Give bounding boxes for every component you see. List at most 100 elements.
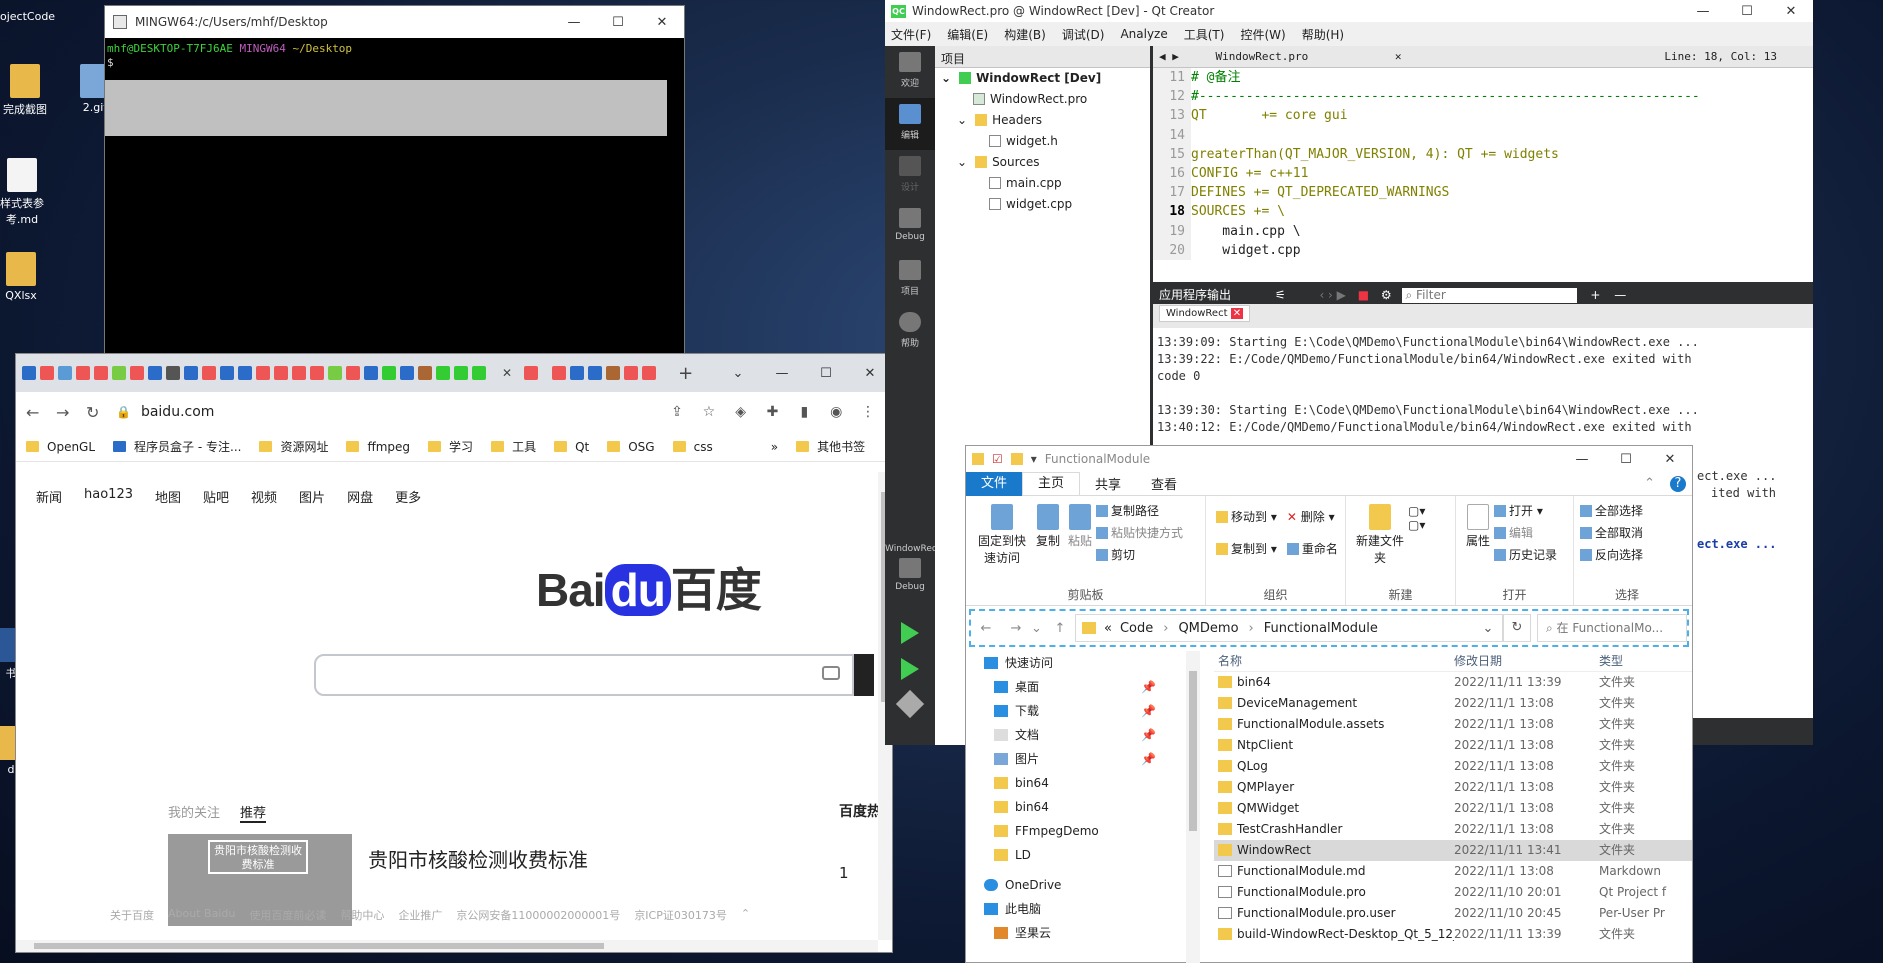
bookmark-osg[interactable]: OSG — [607, 440, 655, 454]
file-row[interactable]: FunctionalModule.pro.user 2022/11/10 20:4… — [1214, 903, 1692, 924]
baidu-nav-map[interactable]: 地图 — [155, 487, 181, 506]
new-tab-button[interactable]: + — [678, 363, 693, 384]
explorer-titlebar[interactable]: ☑ ▾ FunctionalModule — ☐ ✕ — [966, 446, 1692, 472]
address-path[interactable]: « Code › QMDemo › FunctionalModule ⌄ — [1075, 614, 1503, 642]
new-folder-button[interactable]: 新建文件夹 — [1356, 500, 1404, 587]
debug-run-icon[interactable] — [901, 658, 919, 680]
minimize-button[interactable]: — — [1681, 4, 1725, 19]
close-icon[interactable]: ✕ — [1395, 50, 1402, 63]
file-row[interactable]: NtpClient 2022/11/1 13:08 文件夹 — [1214, 735, 1692, 756]
help-icon[interactable]: ? — [1670, 475, 1686, 492]
nav-quick-access[interactable]: 快速访问 — [984, 651, 1186, 675]
copy-path-button[interactable]: 复制路径 — [1096, 500, 1183, 522]
path-separator-icon[interactable]: › — [1163, 621, 1168, 636]
tree-item-main-cpp[interactable]: main.cpp — [935, 173, 1150, 194]
pin-icon[interactable]: 📌 — [1141, 723, 1156, 747]
close-button[interactable]: ✕ — [640, 15, 684, 30]
output-filter-input[interactable]: ⌕ Filter — [1401, 288, 1577, 303]
tab-favicon-icon[interactable] — [436, 366, 450, 380]
scroll-thumb[interactable] — [34, 943, 604, 949]
bookmark-other[interactable]: 其他书签 — [796, 438, 865, 455]
nav-folder[interactable]: bin64 — [984, 771, 1186, 795]
baidu-search-input[interactable] — [314, 654, 854, 696]
minimize-button[interactable]: — — [1560, 452, 1604, 467]
footer-terms[interactable]: 使用百度前必读 — [249, 907, 326, 923]
tab-favicon-icon[interactable] — [588, 366, 603, 380]
move-to-button[interactable]: 移动到 ▾ — [1216, 506, 1277, 528]
file-row[interactable]: WindowRect 2022/11/11 13:41 文件夹 — [1214, 840, 1692, 861]
mode-help[interactable]: 帮助 — [885, 306, 935, 358]
properties-button[interactable]: 属性 — [1466, 500, 1490, 587]
output-tab[interactable]: WindowRect ✕ — [1159, 305, 1251, 322]
tab-favicon-icon[interactable] — [400, 366, 414, 380]
maximize-button[interactable]: ☐ — [1725, 4, 1769, 19]
menu-edit[interactable]: 编辑(E) — [947, 26, 988, 43]
file-row[interactable]: bin64 2022/11/11 13:39 文件夹 — [1214, 672, 1692, 693]
tab-favicon-icon[interactable] — [382, 366, 396, 380]
tab-favicon-icon[interactable] — [22, 366, 36, 380]
tab-recommend[interactable]: 推荐 — [240, 802, 267, 823]
path-segment[interactable]: Code — [1120, 621, 1153, 636]
tab-favicon-icon[interactable] — [454, 366, 468, 380]
tab-favicon-icon[interactable] — [130, 366, 144, 380]
news-title[interactable]: 贵阳市核酸检测收费标准 — [368, 844, 588, 873]
paste-shortcut-button[interactable]: 粘贴快捷方式 — [1096, 522, 1183, 544]
baidu-search-button[interactable] — [854, 654, 874, 696]
tab-favicon-icon[interactable] — [310, 366, 324, 380]
scroll-thumb[interactable] — [1189, 671, 1197, 831]
tab-favicon-icon[interactable] — [524, 366, 539, 380]
pin-icon[interactable]: 📌 — [1141, 699, 1156, 723]
attach-icon[interactable]: ⚟ — [1275, 288, 1286, 302]
tab-favicon-icon[interactable] — [472, 366, 486, 380]
close-icon[interactable]: ✕ — [1230, 308, 1244, 319]
desktop-label-project-code[interactable]: ojectCode — [0, 10, 55, 23]
gitbash-window[interactable]: MINGW64:/c/Users/mhf/Desktop — ☐ ✕ mhf@D… — [104, 5, 685, 360]
back-arrow-icon[interactable]: ← — [971, 621, 1001, 636]
file-row[interactable]: QLog 2022/11/1 13:08 文件夹 — [1214, 756, 1692, 777]
puzzle-icon[interactable]: ✚ — [759, 404, 787, 420]
path-overflow[interactable]: « — [1104, 621, 1112, 636]
desktop-icon-qxlsx[interactable]: QXlsx — [0, 252, 56, 302]
tab-favicon-icon[interactable] — [256, 366, 270, 380]
build-hammer-icon[interactable] — [895, 689, 925, 719]
refresh-icon[interactable]: ↻ — [1503, 614, 1531, 642]
tab-favicon-icon[interactable] — [58, 366, 72, 380]
footer-about-en[interactable]: About Baidu — [168, 907, 235, 923]
baidu-hot-label[interactable]: 百度热 — [839, 801, 881, 821]
pin-icon[interactable]: 📌 — [1141, 675, 1156, 699]
tab-favicon-icon[interactable] — [346, 366, 360, 380]
tree-item-project[interactable]: ⌄ WindowRect [Dev] — [935, 68, 1150, 89]
tree-item-pro-file[interactable]: WindowRect.pro — [935, 89, 1150, 110]
nav-downloads[interactable]: 下载 📌 — [984, 699, 1186, 723]
menu-help[interactable]: 帮助(H) — [1302, 26, 1344, 43]
bookmark-resources[interactable]: 资源网址 — [259, 438, 328, 455]
history-dropdown-icon[interactable]: ⌄ — [1474, 621, 1502, 636]
baidu-nav-more[interactable]: 更多 — [395, 487, 421, 506]
navpane-scrollbar[interactable] — [1186, 651, 1200, 963]
path-segment[interactable]: QMDemo — [1178, 621, 1238, 636]
up-arrow-icon[interactable]: ↑ — [1045, 621, 1075, 636]
tree-item-sources[interactable]: ⌄ Sources — [935, 152, 1150, 173]
tree-item-headers[interactable]: ⌄ Headers — [935, 110, 1150, 131]
mode-welcome[interactable]: 欢迎 — [885, 46, 935, 98]
file-row[interactable]: FunctionalModule.pro 2022/11/10 20:01 Qt P… — [1214, 882, 1692, 903]
sidebar-icon[interactable]: ▮ — [790, 404, 818, 420]
terminal-content[interactable]: mhf@DESKTOP-T7FJ6AE MINGW64 ~/Desktop $ — [105, 38, 684, 74]
chevron-up-icon[interactable]: ⌃ — [1629, 476, 1670, 491]
ribbon-tab-share[interactable]: 共享 — [1080, 474, 1136, 493]
menu-dots-icon[interactable]: ⋮ — [854, 404, 882, 420]
tab-favicon-icon[interactable] — [238, 366, 252, 380]
tab-favicon-icon[interactable] — [570, 366, 585, 380]
chrome-tab-strip[interactable]: ✕ + ⌄ — ☐ ✕ — [16, 354, 892, 392]
settings-gear-icon[interactable]: ⚙ — [1381, 288, 1392, 302]
gitbash-titlebar[interactable]: MINGW64:/c/Users/mhf/Desktop — ☐ ✕ — [105, 6, 684, 38]
tab-favicon-icon[interactable] — [624, 366, 639, 380]
chrome-window[interactable]: ✕ + ⌄ — ☐ ✕ ← → ↻ 🔒 baidu.com ⇪ ☆ ◈ ✚ ▮ … — [15, 353, 893, 953]
bookmark-qt[interactable]: Qt — [554, 440, 589, 454]
baidu-nav-hao123[interactable]: hao123 — [84, 487, 133, 506]
close-button[interactable]: ✕ — [1648, 452, 1692, 467]
properties-icon[interactable]: ☑ — [992, 452, 1003, 466]
bookmark-ffmpeg[interactable]: ffmpeg — [346, 440, 410, 454]
bookmark-cxybox[interactable]: 程序员盒子 - 专注... — [113, 438, 241, 455]
chevron-down-icon[interactable]: ⌄ — [957, 155, 967, 169]
